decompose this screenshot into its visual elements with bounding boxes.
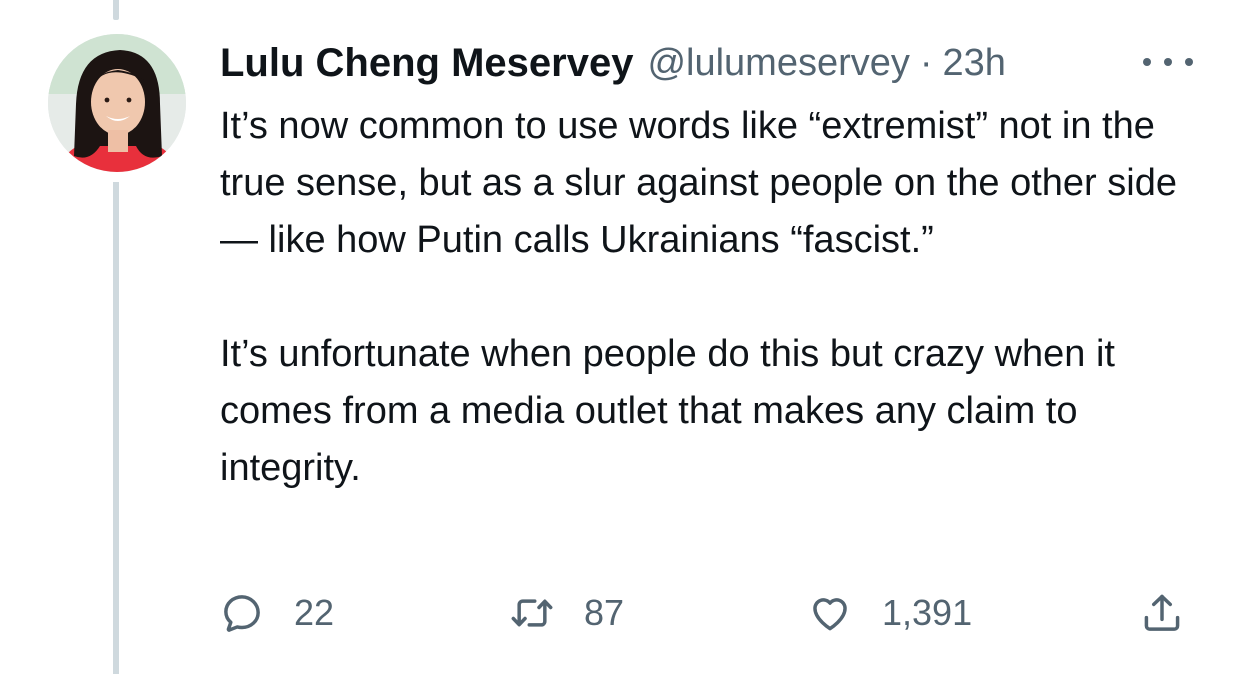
reply-button[interactable]: 22 [220, 588, 334, 638]
like-button[interactable]: 1,391 [808, 588, 972, 638]
tweet-timestamp[interactable]: 23h [943, 42, 1006, 85]
retweet-icon [511, 599, 553, 627]
thread-line-bottom [113, 182, 119, 674]
tweet-paragraph: It’s now common to use words like “extre… [220, 105, 1177, 261]
more-horizontal-icon[interactable] [1143, 50, 1193, 74]
avatar[interactable] [48, 34, 186, 172]
display-name[interactable]: Lulu Cheng Meservey [220, 41, 633, 86]
retweet-button[interactable]: 87 [510, 588, 624, 638]
retweet-count: 87 [584, 592, 625, 633]
heart-icon [813, 598, 847, 631]
like-count: 1,391 [882, 592, 973, 633]
avatar-image [48, 34, 186, 172]
header-separator: · [919, 41, 933, 84]
tweet-actions: 22 87 1,391 [220, 588, 1200, 638]
tweet-paragraph: It’s unfortunate when people do this but… [220, 333, 1115, 489]
share-upload-icon [1144, 594, 1180, 631]
tweet-header: Lulu Cheng Meservey @lulumeservey · 23h [220, 38, 1220, 88]
tweet-text: It’s now common to use words like “extre… [220, 98, 1220, 497]
reply-bubble-icon [224, 595, 260, 632]
share-button[interactable] [1140, 588, 1184, 638]
thread-line-top [113, 0, 119, 20]
user-handle[interactable]: @lulumeservey [647, 42, 909, 85]
reply-count: 22 [294, 592, 335, 633]
